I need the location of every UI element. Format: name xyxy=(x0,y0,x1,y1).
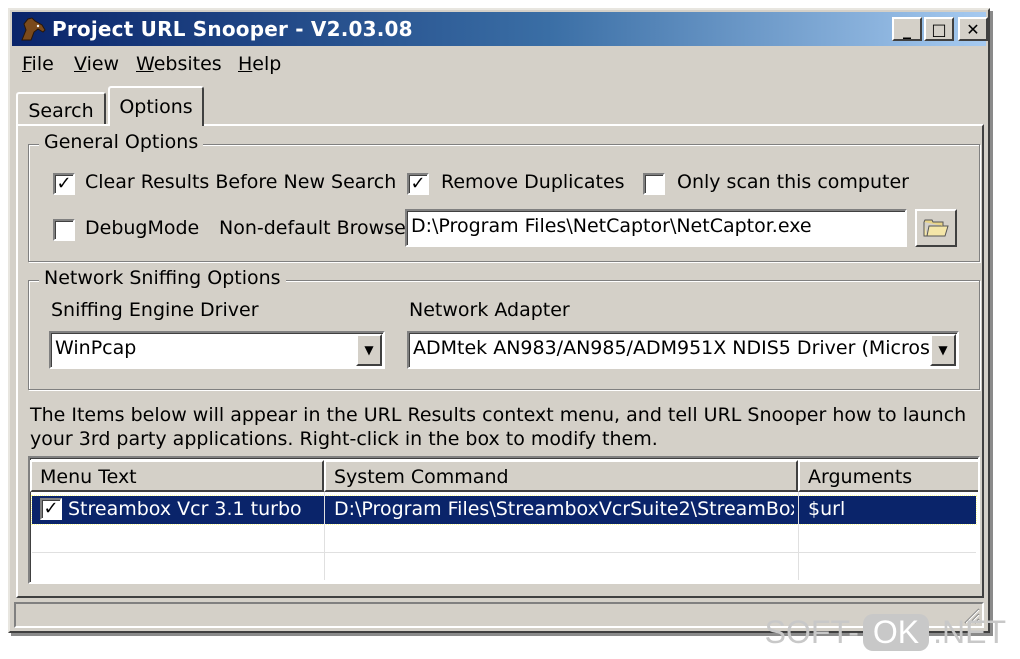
commands-list[interactable]: Menu Text System Command Arguments ✓ Str… xyxy=(28,456,980,584)
watermark-badge: OK xyxy=(862,614,930,651)
maximize-icon: □ xyxy=(931,19,947,39)
debug-mode-checkbox[interactable] xyxy=(53,219,75,241)
only-scan-label: Only scan this computer xyxy=(677,171,909,193)
row-arguments: $url xyxy=(808,498,846,520)
browser-path-field[interactable]: D:\Program Files\NetCaptor\NetCaptor.exe xyxy=(405,209,907,247)
clear-results-label: Clear Results Before New Search xyxy=(85,171,397,193)
remove-duplicates-label: Remove Duplicates xyxy=(441,171,625,193)
menu-file[interactable]: File xyxy=(22,53,54,75)
network-options-legend: Network Sniffing Options xyxy=(39,267,286,289)
tab-search[interactable]: Search xyxy=(16,92,106,124)
watermark-right: .NET xyxy=(933,614,1006,650)
browse-button[interactable] xyxy=(915,209,957,247)
menu-view[interactable]: View xyxy=(74,53,119,75)
watermark-left: SOFT- xyxy=(764,614,859,650)
folder-icon xyxy=(923,219,949,237)
minimize-icon: _ xyxy=(903,19,911,39)
engine-select[interactable]: WinPcap ▼ xyxy=(49,331,385,369)
title-bar[interactable]: Project URL Snooper - V2.03.08 _ □ ✕ xyxy=(12,12,988,46)
dropdown-arrow-icon[interactable]: ▼ xyxy=(356,334,382,366)
description-line-1: The Items below will appear in the URL R… xyxy=(30,404,967,426)
general-options-legend: General Options xyxy=(39,131,204,153)
engine-value: WinPcap xyxy=(55,337,137,359)
adapter-value: ADMtek AN983/AN985/ADM951X NDIS5 Driver … xyxy=(413,337,949,359)
check-icon: ✓ xyxy=(56,173,72,194)
dropdown-arrow-icon[interactable]: ▼ xyxy=(930,334,956,366)
horse-icon xyxy=(21,17,46,41)
row-divider xyxy=(32,552,976,553)
column-header-menu-text[interactable]: Menu Text xyxy=(30,460,324,492)
table-row[interactable]: ✓ Streambox Vcr 3.1 turbo D:\Program Fil… xyxy=(31,495,977,525)
watermark: SOFT- OK .NET xyxy=(765,614,1006,651)
check-icon: ✓ xyxy=(43,498,59,519)
engine-label: Sniffing Engine Driver xyxy=(51,299,259,321)
menu-help[interactable]: Help xyxy=(238,53,281,75)
tab-options[interactable]: Options xyxy=(108,86,204,126)
minimize-button[interactable]: _ xyxy=(892,17,922,41)
options-panel: General Options ✓ Clear Results Before N… xyxy=(16,124,984,598)
description-line-2: your 3rd party applications. Right-click… xyxy=(30,428,658,450)
window-title: Project URL Snooper - V2.03.08 xyxy=(52,17,413,41)
debug-mode-label: DebugMode xyxy=(85,217,200,239)
close-icon: ✕ xyxy=(966,19,980,39)
maximize-button[interactable]: □ xyxy=(924,17,954,41)
general-options-group: General Options ✓ Clear Results Before N… xyxy=(28,131,980,262)
column-divider xyxy=(324,492,325,580)
row-menu-text: Streambox Vcr 3.1 turbo xyxy=(68,498,302,520)
column-header-system-command[interactable]: System Command xyxy=(324,460,798,492)
menu-bar: File View Websites Help xyxy=(12,50,986,78)
only-scan-checkbox[interactable] xyxy=(643,173,665,195)
row-enabled-checkbox[interactable]: ✓ xyxy=(40,498,62,520)
column-divider xyxy=(798,492,799,580)
check-icon: ✓ xyxy=(410,173,426,194)
adapter-select[interactable]: ADMtek AN983/AN985/ADM951X NDIS5 Driver … xyxy=(407,331,959,369)
close-button[interactable]: ✕ xyxy=(958,17,988,41)
row-command: D:\Program Files\StreamboxVcrSuite2\Stre… xyxy=(334,498,794,520)
adapter-label: Network Adapter xyxy=(409,299,570,321)
remove-duplicates-checkbox[interactable]: ✓ xyxy=(407,173,429,195)
clear-results-checkbox[interactable]: ✓ xyxy=(53,173,75,195)
network-options-group: Network Sniffing Options Sniffing Engine… xyxy=(28,267,980,390)
menu-websites[interactable]: Websites xyxy=(136,53,222,75)
app-window: Project URL Snooper - V2.03.08 _ □ ✕ Fil… xyxy=(8,8,990,633)
browser-label: Non-default Browser: xyxy=(219,217,420,239)
column-header-arguments[interactable]: Arguments xyxy=(798,460,978,492)
